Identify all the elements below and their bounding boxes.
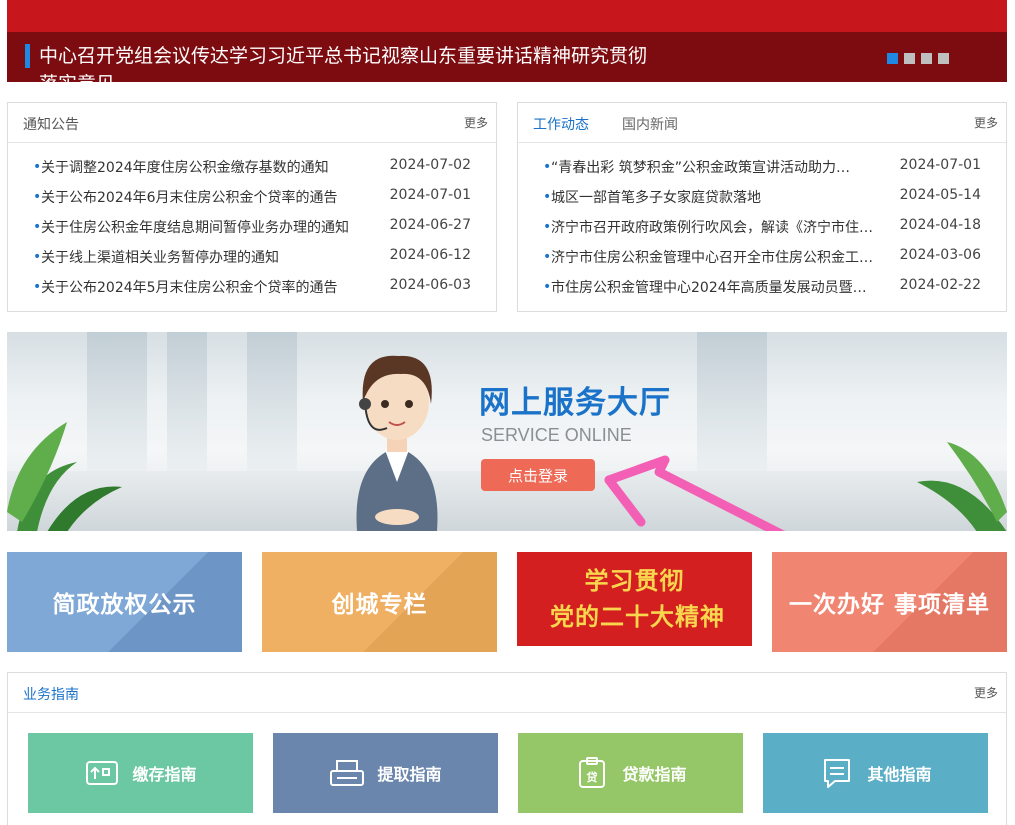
headline-banner[interactable]: 中心召开党组会议传达学习习近平总书记视察山东重要讲话精神研究贯彻落实意见 — [7, 0, 1007, 82]
svg-text:贷: 贷 — [587, 770, 598, 784]
slide-dot-1[interactable] — [887, 53, 898, 64]
notice-title[interactable]: 关于住房公积金年度结息期间暂停业务办理的通知 — [41, 217, 361, 237]
tab-notice[interactable]: 通知公告 — [23, 114, 79, 134]
notice-date: 2024-07-01 — [389, 187, 471, 203]
tab-domestic-news[interactable]: 国内新闻 — [622, 114, 678, 134]
background-window — [247, 332, 297, 472]
slide-dot-4[interactable] — [938, 53, 949, 64]
notice-panel-header: 通知公告 更多 — [8, 103, 496, 143]
work-news-header: 工作动态 国内新闻 更多 — [518, 103, 1006, 143]
service-title: 网上服务大厅 — [479, 385, 671, 421]
background-window — [167, 332, 207, 472]
deposit-guide-label: 缴存指南 — [132, 765, 197, 784]
withdraw-guide-button[interactable]: 提取指南 — [273, 733, 498, 813]
work-news-more-link[interactable]: 更多 — [974, 114, 998, 131]
news-date: 2024-03-06 — [899, 247, 981, 263]
notice-date: 2024-06-27 — [389, 217, 471, 233]
list-item[interactable]: • 关于调整2024年度住房公积金缴存基数的通知 2024-07-02 — [8, 157, 496, 187]
notice-list: • 关于调整2024年度住房公积金缴存基数的通知 2024-07-02 • 关于公布2… — [8, 157, 496, 307]
notice-title[interactable]: 关于线上渠道相关业务暂停办理的通知 — [41, 247, 361, 267]
printer-withdraw-icon — [329, 757, 365, 789]
loan-guide-label: 贷款指南 — [622, 765, 687, 784]
notice-more-link[interactable]: 更多 — [464, 114, 488, 131]
list-item[interactable]: • 济宁市住房公积金管理中心召开全市住房公积金工… 2024-03-06 — [518, 247, 1006, 277]
loan-guide-button[interactable]: 贷 贷款指南 — [518, 733, 743, 813]
news-date: 2024-04-18 — [899, 217, 981, 233]
work-news-list: • “青春出彩 筑梦积金”公积金政策宣讲活动助力… 2024-07-01 • 城区一部… — [518, 157, 1006, 307]
slide-dot-3[interactable] — [921, 53, 932, 64]
tile-one-stop-service-list[interactable]: 一次办好 事项清单 — [772, 552, 1007, 652]
news-title[interactable]: “青春出彩 筑梦积金”公积金政策宣讲活动助力… — [551, 157, 876, 177]
news-title[interactable]: 城区一部首笔多子女家庭贷款落地 — [551, 187, 876, 207]
news-date: 2024-02-22 — [899, 277, 981, 293]
notice-panel: 通知公告 更多 • 关于调整2024年度住房公积金缴存基数的通知 2024-07-0… — [7, 102, 497, 312]
list-item[interactable]: • 关于线上渠道相关业务暂停办理的通知 2024-06-12 — [8, 247, 496, 277]
service-subtitle: SERVICE ONLINE — [481, 425, 632, 445]
tile-party-line2: 党的二十大精神 — [550, 602, 725, 631]
customer-service-agent-illustration — [356, 355, 438, 531]
other-guide-label: 其他指南 — [867, 765, 932, 784]
slide-dot-2[interactable] — [904, 53, 915, 64]
tile-simplify-administration[interactable]: 简政放权公示 — [7, 552, 242, 652]
pointer-arrow-icon — [604, 455, 786, 531]
online-service-banner: 网上服务大厅 SERVICE ONLINE 点击登录 — [7, 332, 1007, 531]
list-item[interactable]: • 市住房公积金管理中心2024年高质量发展动员暨… 2024-02-22 — [518, 277, 1006, 307]
notice-title[interactable]: 关于公布2024年6月末住房公积金个贷率的通告 — [41, 187, 361, 207]
list-item[interactable]: • 关于公布2024年5月末住房公积金个贷率的通告 2024-06-03 — [8, 277, 496, 307]
work-news-panel: 工作动态 国内新闻 更多 • “青春出彩 筑梦积金”公积金政策宣讲活动助力… 202… — [517, 102, 1007, 312]
list-item[interactable]: • 关于住房公积金年度结息期间暂停业务办理的通知 2024-06-27 — [8, 217, 496, 247]
loan-clipboard-icon: 贷 — [574, 757, 610, 789]
news-date: 2024-07-01 — [899, 157, 981, 173]
guide-more-link[interactable]: 更多 — [974, 684, 998, 701]
list-item[interactable]: • 关于公布2024年6月末住房公积金个贷率的通告 2024-07-01 — [8, 187, 496, 217]
notice-title[interactable]: 关于公布2024年5月末住房公积金个贷率的通告 — [41, 277, 361, 297]
news-title[interactable]: 济宁市住房公积金管理中心召开全市住房公积金工… — [551, 247, 876, 267]
business-guide-header: 业务指南 更多 — [8, 673, 1006, 713]
tab-work-dynamics[interactable]: 工作动态 — [533, 114, 589, 134]
deposit-icon — [84, 757, 120, 789]
notice-title[interactable]: 关于调整2024年度住房公积金缴存基数的通知 — [41, 157, 361, 177]
notice-date: 2024-07-02 — [389, 157, 471, 173]
tab-business-guide[interactable]: 业务指南 — [23, 684, 79, 704]
news-date: 2024-05-14 — [899, 187, 981, 203]
document-chat-icon — [819, 757, 855, 789]
other-guide-button[interactable]: 其他指南 — [763, 733, 988, 813]
tile-civilized-city-column[interactable]: 创城专栏 — [262, 552, 497, 652]
login-button[interactable]: 点击登录 — [481, 459, 595, 491]
tile-party-congress-study[interactable]: 学习贯彻 党的二十大精神 — [517, 552, 752, 646]
deposit-guide-button[interactable]: 缴存指南 — [28, 733, 253, 813]
news-title[interactable]: 济宁市召开政府政策例行吹风会，解读《济宁市住… — [551, 217, 876, 237]
list-item[interactable]: • 城区一部首笔多子女家庭贷款落地 2024-05-14 — [518, 187, 1006, 217]
news-title[interactable]: 市住房公积金管理中心2024年高质量发展动员暨… — [551, 277, 876, 297]
slide-indicator — [887, 53, 949, 64]
withdraw-guide-label: 提取指南 — [377, 765, 442, 784]
plant-right-icon — [917, 442, 1007, 531]
list-item[interactable]: • 济宁市召开政府政策例行吹风会，解读《济宁市住… 2024-04-18 — [518, 217, 1006, 247]
list-item[interactable]: • “青春出彩 筑梦积金”公积金政策宣讲活动助力… 2024-07-01 — [518, 157, 1006, 187]
background-window — [697, 332, 767, 472]
headline-title[interactable]: 中心召开党组会议传达学习习近平总书记视察山东重要讲话精神研究贯彻落实意见 — [39, 42, 649, 82]
headline-accent-bar — [25, 44, 30, 68]
plant-left-icon — [7, 422, 122, 531]
notice-date: 2024-06-03 — [389, 277, 471, 293]
tile-party-line1: 学习贯彻 — [584, 566, 685, 595]
notice-date: 2024-06-12 — [389, 247, 471, 263]
